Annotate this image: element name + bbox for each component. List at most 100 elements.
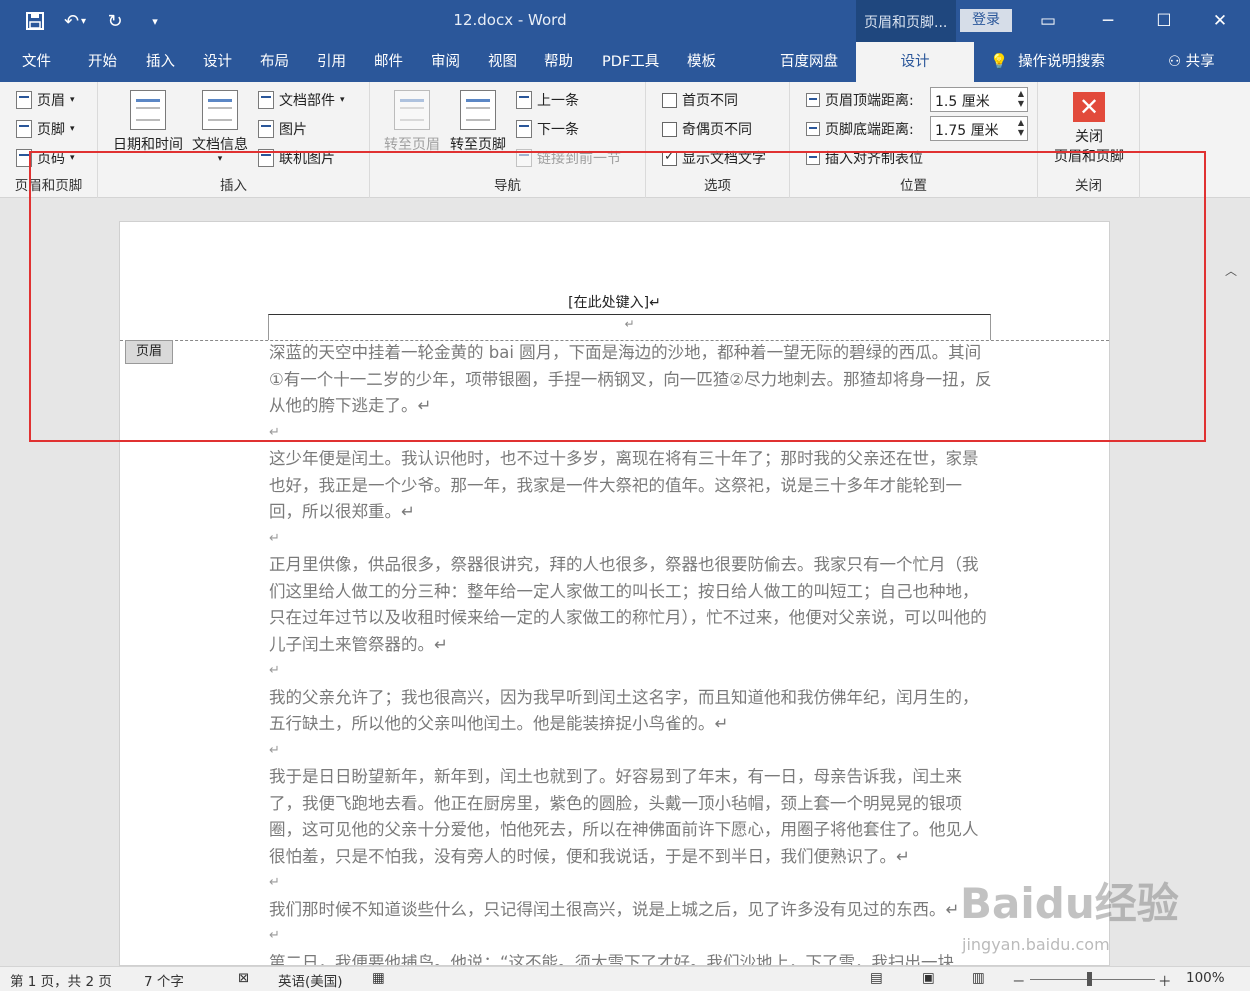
close-icon[interactable]: ✕ xyxy=(1192,0,1248,42)
quick-parts-label: 文档部件 xyxy=(279,93,335,109)
header-icon xyxy=(16,91,32,109)
previous-button[interactable]: 上一条 xyxy=(516,90,579,110)
checkbox-icon xyxy=(662,92,677,108)
footer-icon xyxy=(16,120,32,138)
paragraph[interactable]: 这少年便是闰土。我认识他时，也不过十多岁，离现在将有三十年了；那时我的父亲还在世… xyxy=(269,446,993,526)
paragraph[interactable]: 我于是日日盼望新年，新年到，闰土也就到了。好容易到了年末，有一日，母亲告诉我，闰… xyxy=(269,764,993,870)
date-time-button[interactable]: 日期和时间 xyxy=(110,90,186,154)
tab-baidu-netdisk[interactable]: 百度网盘 xyxy=(774,42,844,82)
document-info-icon xyxy=(202,90,238,130)
different-odd-even-checkbox[interactable]: 奇偶页不同 xyxy=(662,119,752,139)
header-button[interactable]: 页眉 ▾ xyxy=(16,90,75,110)
tab-templates[interactable]: 模板 xyxy=(681,42,722,82)
tell-me-search[interactable]: 💡 操作说明搜索 xyxy=(990,42,1105,82)
web-layout-icon[interactable]: ▥ xyxy=(972,970,985,986)
tab-layout[interactable]: 布局 xyxy=(254,42,295,82)
footer-from-bottom-spinner[interactable]: 1.75 厘米 ▲ ▼ xyxy=(930,116,1028,141)
paragraph-mark: ↵ xyxy=(269,875,280,890)
share-label: 共享 xyxy=(1185,54,1215,70)
tab-home[interactable]: 开始 xyxy=(82,42,123,82)
quick-parts-icon xyxy=(258,91,274,109)
goto-header-button[interactable]: 转至页眉 xyxy=(380,90,444,154)
paragraph[interactable]: 第二日，我便要他捕鸟。他说：“这不能。须大雪下了才好。我们沙地上，下了雪，我扫出… xyxy=(269,950,993,966)
title-bar: ↶ ▾ ↻ ▾ 12.docx - Word 页眉和页脚... 登录 ▭ ─ ☐ … xyxy=(0,0,1250,42)
quick-parts-button[interactable]: 文档部件 ▾ xyxy=(258,90,345,110)
goto-footer-icon xyxy=(460,90,496,130)
footer-button[interactable]: 页脚 ▾ xyxy=(16,119,75,139)
highlight-annotation-box xyxy=(29,151,1206,442)
next-label: 下一条 xyxy=(537,122,579,138)
picture-label: 图片 xyxy=(279,122,307,138)
close-label-line1: 关闭 xyxy=(1075,129,1103,145)
zoom-level[interactable]: 100% xyxy=(1186,970,1225,986)
footer-label: 页脚 xyxy=(37,122,65,138)
tab-pdf-tools[interactable]: PDF工具 xyxy=(596,42,665,82)
tab-header-footer-design[interactable]: 设计 xyxy=(856,42,974,82)
next-icon xyxy=(516,120,532,138)
share-button[interactable]: ⚇ 共享 xyxy=(1168,42,1215,82)
header-from-top-label-row: 页眉顶端距离: xyxy=(806,90,914,110)
tab-mailings[interactable]: 邮件 xyxy=(368,42,409,82)
next-button[interactable]: 下一条 xyxy=(516,119,579,139)
zoom-slider-track[interactable] xyxy=(1030,979,1155,980)
maximize-icon[interactable]: ☐ xyxy=(1136,0,1192,42)
ribbon-tabs: 文件 开始 插入 设计 布局 引用 邮件 审阅 视图 帮助 PDF工具 模板 百… xyxy=(0,42,1250,82)
tab-file[interactable]: 文件 xyxy=(16,42,57,82)
close-x-icon: ✕ xyxy=(1073,92,1105,122)
previous-label: 上一条 xyxy=(537,93,579,109)
lightbulb-icon: 💡 xyxy=(990,54,1009,70)
login-button[interactable]: 登录 xyxy=(960,9,1012,32)
proofing-icon[interactable]: ⊠ xyxy=(238,970,249,986)
tab-design[interactable]: 设计 xyxy=(197,42,238,82)
tab-review[interactable]: 审阅 xyxy=(425,42,466,82)
paragraph-mark: ↵ xyxy=(269,928,280,943)
tab-help[interactable]: 帮助 xyxy=(538,42,579,82)
checkbox-icon xyxy=(662,121,677,137)
header-from-top-spinner[interactable]: 1.5 厘米 ▲ ▼ xyxy=(930,87,1028,112)
tell-me-label: 操作说明搜索 xyxy=(1018,54,1106,70)
watermark-logo: Baidu经验 xyxy=(960,879,1179,928)
language[interactable]: 英语(美国) xyxy=(278,970,343,990)
zoom-slider-thumb[interactable] xyxy=(1087,972,1092,986)
paragraph[interactable]: 我们那时候不知道谈些什么，只记得闰土很高兴，说是上城之后，见了许多没有见过的东西… xyxy=(269,897,993,924)
paragraph[interactable]: 正月里供像，供品很多，祭器很讲究，拜的人也很多，祭器也很要防偷去。我家只有一个忙… xyxy=(269,552,993,658)
zoom-out-button[interactable]: － xyxy=(1012,970,1026,990)
calendar-icon xyxy=(130,90,166,130)
footer-from-bottom-label-row: 页脚底端距离: xyxy=(806,119,914,139)
spinner-arrows-icon[interactable]: ▲ ▼ xyxy=(1018,118,1024,138)
goto-footer-button[interactable]: 转至页脚 xyxy=(446,90,510,154)
tab-insert[interactable]: 插入 xyxy=(140,42,181,82)
goto-header-icon xyxy=(394,90,430,130)
footer-from-bottom-value: 1.75 厘米 xyxy=(935,123,999,139)
zoom-in-button[interactable]: ＋ xyxy=(1158,970,1172,990)
paragraph-mark: ↵ xyxy=(269,663,280,678)
footer-from-bottom-label: 页脚底端距离: xyxy=(825,122,914,138)
ribbon-display-icon[interactable]: ▭ xyxy=(1020,0,1076,42)
header-from-top-label: 页眉顶端距离: xyxy=(825,93,914,109)
print-layout-icon[interactable]: ▣ xyxy=(922,970,935,986)
header-label: 页眉 xyxy=(37,93,65,109)
different-first-page-checkbox[interactable]: 首页不同 xyxy=(662,90,738,110)
minimize-icon[interactable]: ─ xyxy=(1080,0,1136,42)
collapse-ribbon-icon[interactable]: ︿ xyxy=(1225,262,1237,279)
watermark-url: jingyan.baidu.com xyxy=(962,935,1110,954)
word-count[interactable]: 7 个字 xyxy=(144,970,184,990)
header-from-top-value: 1.5 厘米 xyxy=(935,94,990,110)
macro-icon[interactable]: ▦ xyxy=(372,970,385,986)
paragraph[interactable]: 我的父亲允许了；我也很高兴，因为我早听到闰土这名字，而且知道他和我仿佛年纪，闰月… xyxy=(269,685,993,738)
paragraph-mark: ↵ xyxy=(269,742,280,758)
spinner-arrows-icon[interactable]: ▲ ▼ xyxy=(1018,89,1024,109)
tab-references[interactable]: 引用 xyxy=(311,42,352,82)
read-mode-icon[interactable]: ▤ xyxy=(870,970,883,986)
page-count[interactable]: 第 1 页，共 2 页 xyxy=(10,970,112,990)
footer-position-icon xyxy=(806,122,820,136)
different-odd-even-label: 奇偶页不同 xyxy=(682,122,752,138)
tab-view[interactable]: 视图 xyxy=(482,42,523,82)
context-tab-header-footer: 页眉和页脚... xyxy=(856,0,956,42)
different-first-page-label: 首页不同 xyxy=(682,93,738,109)
picture-button[interactable]: 图片 xyxy=(258,119,307,139)
picture-icon xyxy=(258,120,274,138)
header-position-icon xyxy=(806,93,820,107)
person-icon: ⚇ xyxy=(1168,54,1181,70)
paragraph-mark: ↵ xyxy=(269,530,280,546)
